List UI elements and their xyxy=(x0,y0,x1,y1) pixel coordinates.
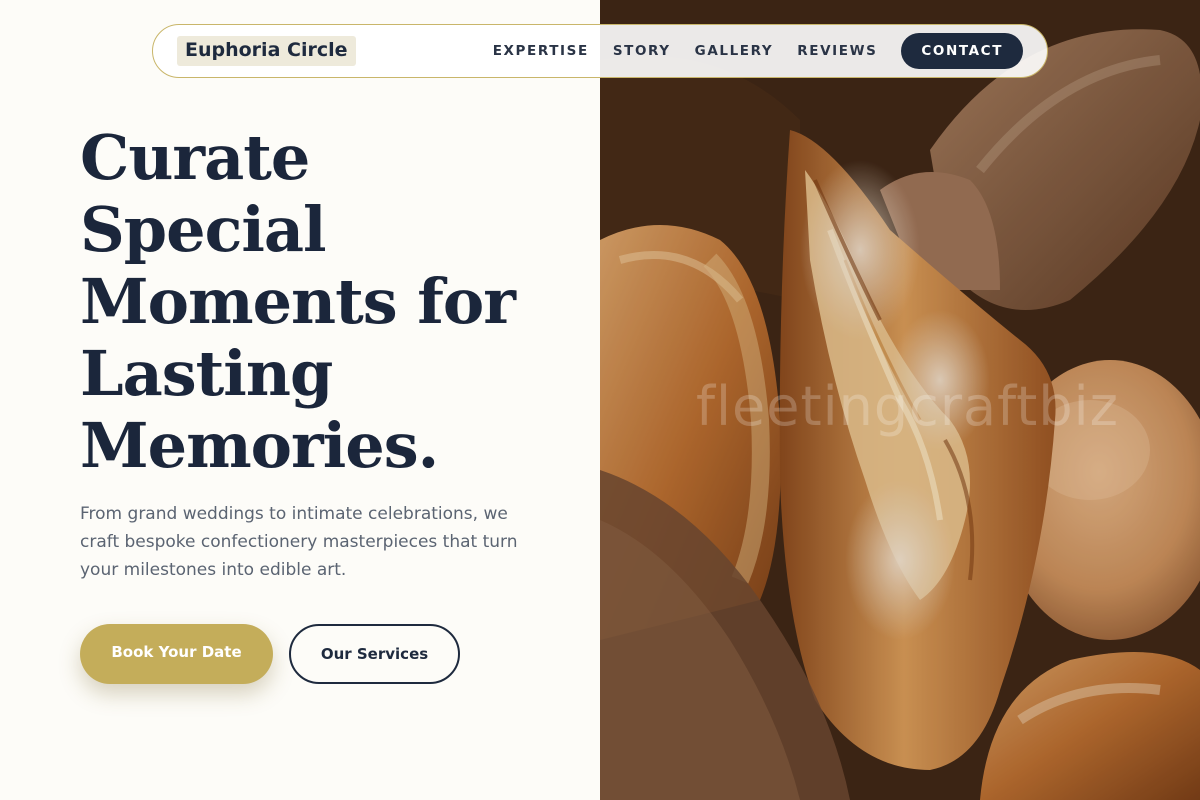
our-services-button[interactable]: Our Services xyxy=(289,624,460,684)
headline-line: Lasting xyxy=(80,337,333,410)
nav-link-gallery[interactable]: GALLERY xyxy=(695,43,774,59)
nav-link-reviews[interactable]: REVIEWS xyxy=(797,43,877,59)
headline-line: Memories. xyxy=(80,409,439,482)
book-your-date-button[interactable]: Book Your Date xyxy=(80,624,273,684)
hero-bread-image: fleetingcraftbiz xyxy=(600,0,1200,800)
nav-link-expertise[interactable]: EXPERTISE xyxy=(493,43,589,59)
top-navigation: Euphoria Circle EXPERTISE STORY GALLERY … xyxy=(152,24,1048,78)
nav-link-story[interactable]: STORY xyxy=(613,43,671,59)
hero-headline: Curate Special Moments for Lasting Memor… xyxy=(80,122,580,482)
contact-button[interactable]: CONTACT xyxy=(901,33,1023,69)
hero-description: From grand weddings to intimate celebrat… xyxy=(80,504,518,580)
watermark-text: fleetingcraftbiz xyxy=(696,375,1119,438)
nav-links: EXPERTISE STORY GALLERY REVIEWS CONTACT xyxy=(493,33,1023,69)
headline-line: Moments for xyxy=(80,265,516,338)
brand-logo[interactable]: Euphoria Circle xyxy=(177,36,356,66)
headline-line: Curate xyxy=(80,121,310,194)
headline-line: Special xyxy=(80,193,327,266)
